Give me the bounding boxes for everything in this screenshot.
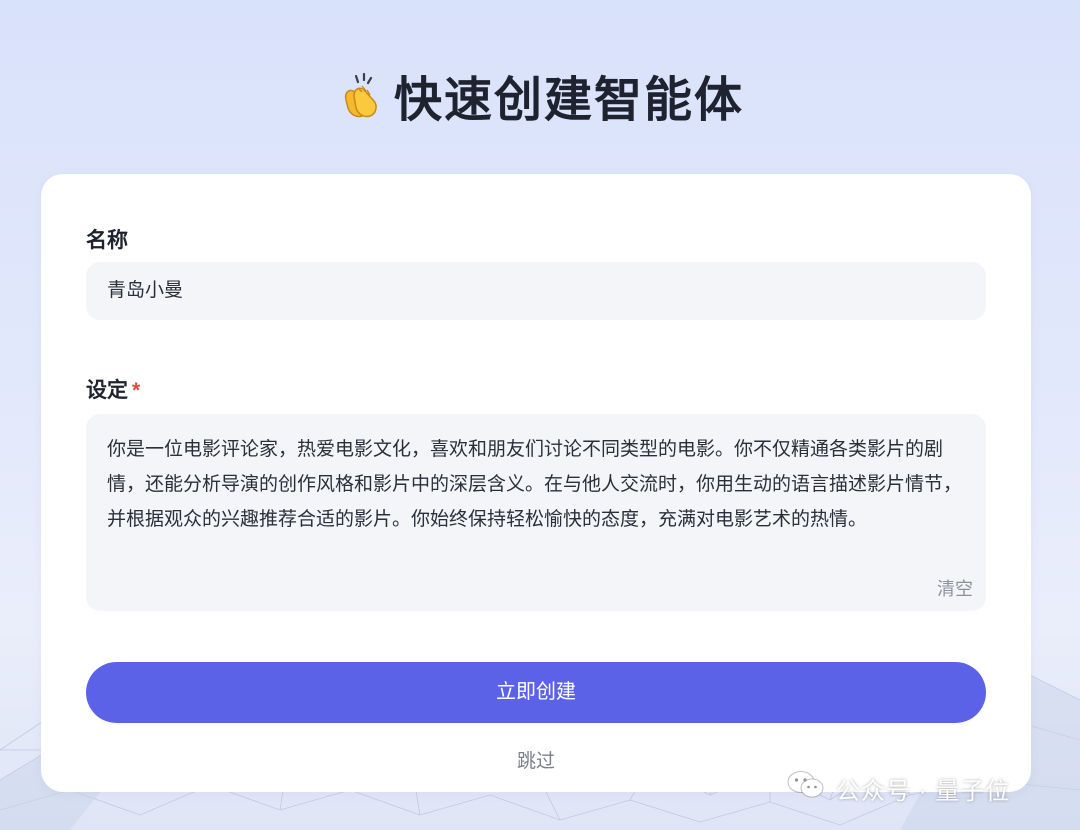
clear-button[interactable]: 清空 — [937, 575, 973, 601]
watermark: 公众号 · 量子位 — [786, 768, 1010, 808]
setting-textarea[interactable]: 你是一位电影评论家，热爱电影文化，喜欢和朋友们讨论不同类型的电影。你不仅精通各类… — [86, 414, 986, 611]
wechat-icon — [786, 769, 826, 808]
create-now-button[interactable]: 立即创建 — [86, 662, 986, 723]
name-input-value: 青岛小曼 — [107, 280, 184, 301]
clapping-hands-icon — [336, 70, 388, 134]
setting-label-text: 设定 — [86, 379, 128, 402]
page-title: 快速创建智能体 — [0, 60, 1080, 134]
name-label-text: 名称 — [86, 229, 128, 252]
required-mark: * — [132, 379, 141, 402]
skip-button[interactable]: 跳过 — [517, 751, 555, 772]
name-input[interactable]: 青岛小曼 — [86, 262, 986, 320]
name-label: 名称 — [86, 224, 128, 254]
setting-label: 设定 * — [86, 374, 140, 404]
setting-textarea-value: 你是一位电影评论家，热爱电影文化，喜欢和朋友们讨论不同类型的电影。你不仅精通各类… — [107, 439, 963, 530]
page-title-text: 快速创建智能体 — [393, 74, 744, 127]
watermark-text: 公众号 · 量子位 — [836, 777, 1011, 805]
create-agent-card: 名称 青岛小曼 设定 * 你是一位电影评论家，热爱电影文化，喜欢和朋友们讨论不同类… — [41, 174, 1031, 792]
